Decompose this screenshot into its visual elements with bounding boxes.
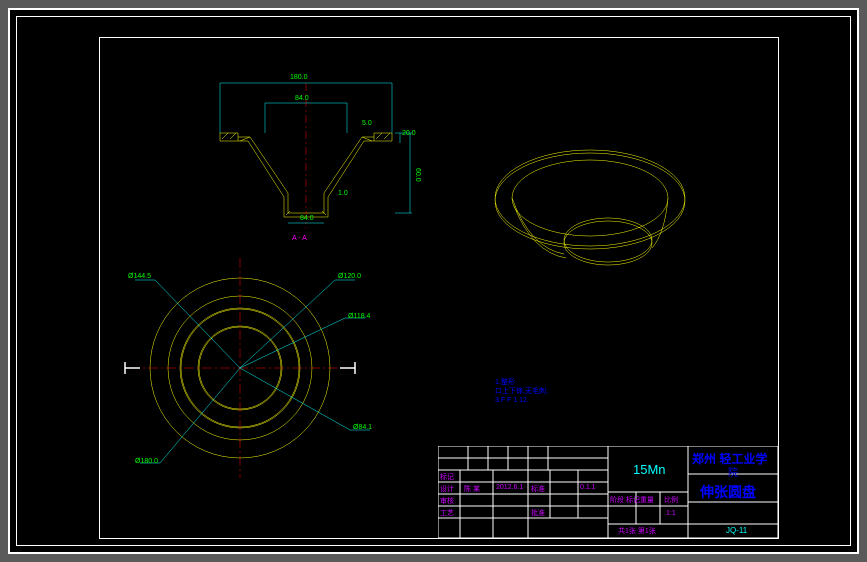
front-view [125,258,370,478]
tol: 0.1.1 [580,484,596,491]
dim-d4: Ø84.1 [353,424,372,431]
dim-d2: Ø120.0 [338,273,361,280]
iso-view [495,150,685,265]
dim-inner-w: 84.0 [295,95,309,102]
top-dims [220,83,412,223]
dim-d5: Ø180.0 [135,458,158,465]
lbl-r2c4: 标准 [531,484,545,494]
cad-inner-frame: 180.0 84.0 60.0 20.0 5.0 84.0 1.0 A - A … [16,16,851,546]
dim-bw: 84.0 [300,215,314,222]
dim-thk: 1.0 [338,190,348,197]
notes: 1.整形 口上下锋,无毛刺; 3.F F 1 12. [495,378,548,405]
note-line3: 3.F F 1 12. [495,396,548,405]
lbl-r4c4: 批准 [531,508,545,518]
part-name: 伸张圆盘 [700,482,756,502]
val-r2c2: 陈 某 [464,484,480,494]
stage: 阶段 标记 [610,495,640,505]
lbl-r1: 标记 [440,472,454,482]
school2: 院 [728,464,738,479]
dim-step: 20.0 [402,130,416,137]
dim-outer-w: 180.0 [290,74,308,81]
lbl-r2: 设计 [440,484,454,494]
dim-step2: 5.0 [362,120,372,127]
val-r2c3: 2012.6.1 [496,484,523,491]
dim-d1: Ø144.5 [128,273,151,280]
note-line2: 口上下锋,无毛刺; [495,387,548,396]
lbl-r4: 工艺 [440,508,454,518]
material: 15Mn [633,462,666,477]
scale-val: 1:1 [666,510,676,517]
note-line1: 1.整形 [495,378,548,387]
scale: 比例 [664,495,678,505]
titleblock: 15Mn 郑州 轻工业学 院 伸张圆盘 JQ-11 标记 设计 陈 某 2012… [438,446,778,538]
sheet: 共1张 第1张 [618,526,656,536]
section-label: A - A [292,235,307,242]
cad-outer-frame: 180.0 84.0 60.0 20.0 5.0 84.0 1.0 A - A … [8,8,859,554]
dwg-no: JQ-11 [726,526,747,535]
lbl-r3: 审核 [440,496,454,506]
dim-d3: Ø118.4 [348,313,370,320]
drawing-border: 180.0 84.0 60.0 20.0 5.0 84.0 1.0 A - A … [99,37,779,539]
dim-h: 60.0 [414,168,421,182]
weight: 重量 [640,495,654,505]
section-view [220,83,392,228]
